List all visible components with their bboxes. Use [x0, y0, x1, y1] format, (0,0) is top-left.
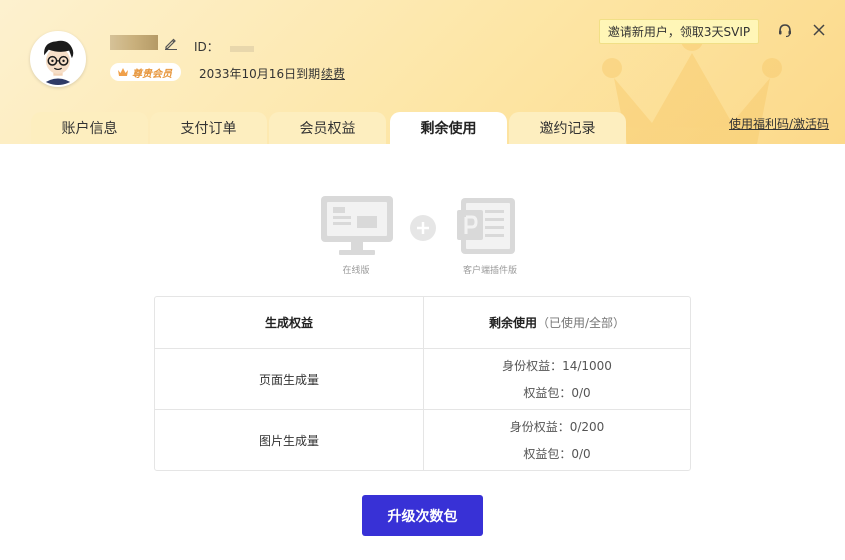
tab-payment-orders[interactable]: 支付订单 [150, 112, 267, 144]
usage-table: 生成权益 剩余使用 （已使用/全部） 页面生成量 身份权益：14/1000 权益包… [154, 296, 691, 471]
invite-new-user-button[interactable]: 邀请新用户，领取3天SVIP [599, 19, 759, 44]
username-redacted [110, 35, 158, 50]
header-remaining-label: 剩余使用 [488, 316, 537, 330]
monitor-icon [321, 196, 393, 255]
account-header: ID： 尊贵会员 2033年10月16日到期 续费 邀请新用户，领取3天SVIP… [0, 0, 845, 144]
table-row: 图片生成量 身份权益：0/200 权益包：0/0 [155, 410, 690, 470]
vip-badge: 尊贵会员 [110, 63, 181, 81]
headset-icon[interactable] [777, 22, 793, 38]
identity-benefit-usage: 身份权益：0/200 [509, 420, 605, 434]
table-header-row: 生成权益 剩余使用 （已使用/全部） [155, 297, 690, 349]
user-id-label: ID： [194, 40, 219, 54]
header-benefit: 生成权益 [155, 297, 424, 348]
plugin-document-icon [457, 198, 515, 254]
plus-icon [410, 215, 436, 241]
identity-benefit-usage: 身份权益：14/1000 [502, 359, 612, 373]
benefit-pack-usage: 权益包：0/0 [523, 386, 591, 400]
redeem-code-link[interactable]: 使用福利码/激活码 [729, 115, 829, 132]
row-usage: 身份权益：0/200 权益包：0/0 [424, 410, 690, 470]
row-name: 页面生成量 [155, 349, 424, 409]
avatar[interactable] [30, 31, 86, 87]
renew-link[interactable]: 续费 [321, 65, 345, 82]
tab-member-benefits[interactable]: 会员权益 [269, 112, 386, 144]
row-name: 图片生成量 [155, 410, 424, 470]
tab-invite-records[interactable]: 邀约记录 [509, 112, 626, 144]
pencil-icon[interactable] [164, 36, 178, 50]
client-version-label: 客户端插件版 [462, 266, 517, 276]
header-remaining-sub: （已使用/全部） [536, 316, 626, 330]
avatar-cartoon-icon [32, 33, 84, 85]
upgrade-pack-button[interactable]: 升级次数包 [362, 495, 483, 536]
benefit-pack-usage: 权益包：0/0 [523, 447, 591, 461]
tab-account-info[interactable]: 账户信息 [31, 112, 148, 144]
header-remaining: 剩余使用 （已使用/全部） [424, 297, 690, 348]
crown-icon [118, 68, 128, 76]
close-icon[interactable] [812, 23, 826, 37]
membership-expiry: 2033年10月16日到期 [199, 67, 321, 81]
user-id-redacted [230, 46, 254, 52]
tab-remaining-usage[interactable]: 剩余使用 [390, 112, 507, 144]
table-row: 页面生成量 身份权益：14/1000 权益包：0/0 [155, 349, 690, 410]
vip-badge-label: 尊贵会员 [132, 68, 172, 80]
online-version-label: 在线版 [342, 266, 370, 276]
row-usage: 身份权益：14/1000 权益包：0/0 [424, 349, 690, 409]
